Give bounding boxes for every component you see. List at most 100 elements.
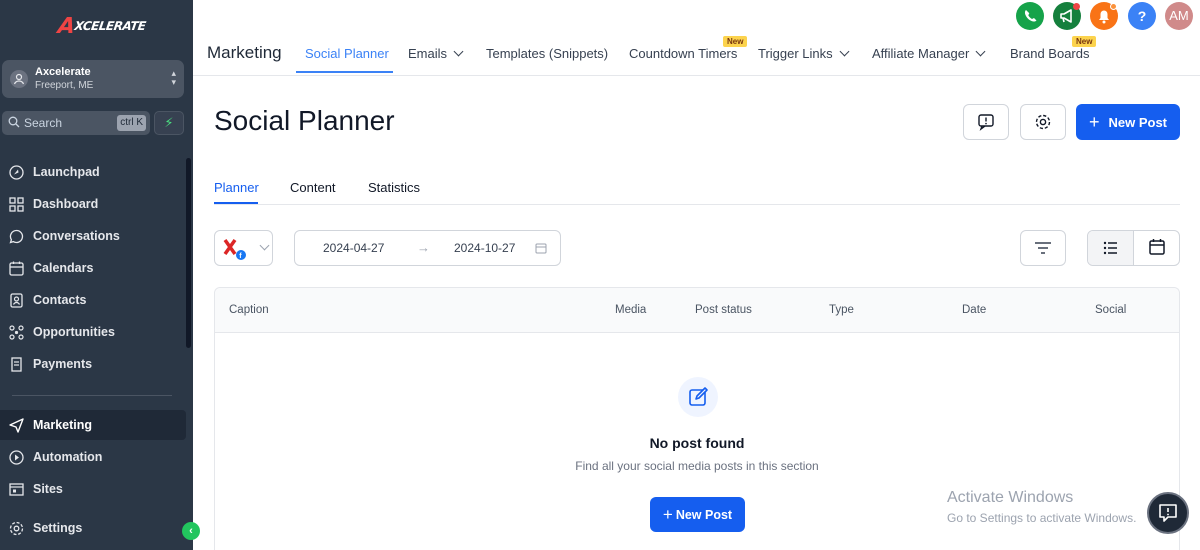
calendar-icon [535,243,547,254]
chevron-down-icon [259,240,270,251]
column-header: Date [962,304,987,316]
social-account-select[interactable]: f [214,230,273,266]
quick-action-button[interactable]: ⚡ [154,111,184,135]
sidebar-item-label: Payments [33,357,93,371]
section-title: Marketing [207,43,282,62]
notifications-button[interactable] [1090,2,1118,30]
calendar-view-button[interactable] [1134,231,1179,265]
sidebar-scrollbar[interactable] [186,158,191,348]
sidebar-item-sites[interactable]: Sites [0,474,186,504]
tab-templates[interactable]: Templates (Snippets) [486,46,608,61]
arrow-right-icon: → [417,240,430,255]
calendar-icon [9,261,24,276]
phone-button[interactable] [1016,2,1044,30]
tab-planner[interactable]: Planner [214,180,259,195]
automation-icon [9,449,24,465]
chat-widget-button[interactable] [1147,492,1189,534]
activation-watermark-title: Activate Windows [947,489,1074,506]
sites-icon [9,482,24,496]
location-icon [10,70,28,88]
empty-new-post-button[interactable]: + New Post [650,497,745,532]
list-icon [1103,241,1117,255]
sidebar-item-label: Settings [33,521,83,535]
date-end: 2024-10-27 [454,241,516,255]
activation-watermark-subtitle: Go to Settings to activate Windows. [947,511,1137,525]
sidebar-item-label: Opportunities [33,325,115,339]
table-header: Caption Media Post status Type Date Soci… [215,288,1179,333]
announcements-button[interactable] [1053,2,1081,30]
sidebar-item-label: Sites [33,482,63,496]
sidebar-item-label: Automation [33,450,103,464]
tab-trigger-links[interactable]: Trigger Links [758,46,850,61]
settings-button[interactable] [1020,104,1066,140]
column-header: Media [615,304,647,316]
search-placeholder: Search [24,116,63,130]
account-switcher[interactable]: Axcelerate Freeport, ME ▴ ▾ [2,60,184,98]
feedback-button[interactable] [963,104,1009,140]
sidebar-item-contacts[interactable]: Contacts [0,285,186,315]
receipt-icon [11,356,22,372]
chevron-left-icon: ‹ [189,525,193,537]
filter-button[interactable] [1020,230,1066,266]
edit-icon [678,377,718,417]
account-location: Freeport, ME [35,80,94,91]
avatar[interactable]: AM [1165,2,1193,30]
notification-dot [1073,3,1080,10]
sidebar-item-launchpad[interactable]: Launchpad [0,157,186,187]
sidebar: AXCELERATE Axcelerate Freeport, ME ▴ ▾ Se… [0,0,200,550]
tab-countdown-timers[interactable]: Countdown Timers [629,46,737,61]
sidebar-item-calendars[interactable]: Calendars [0,253,186,283]
column-header: Social [1095,304,1127,316]
tab-label: Templates (Snippets) [486,46,609,61]
sidebar-item-opportunities[interactable]: Opportunities [0,317,186,347]
search-box[interactable]: Search ctrl K [2,111,150,135]
empty-state-subtitle: Find all your social media posts in this… [575,459,819,473]
sidebar-item-label: Conversations [33,229,120,243]
brand-logo[interactable]: AXCELERATE [56,8,146,42]
opportunities-icon [9,324,24,340]
tab-statistics[interactable]: Statistics [368,180,420,195]
gear-icon [1035,114,1051,130]
new-post-button[interactable]: + New Post [1076,104,1180,140]
help-icon: ? [1137,8,1147,24]
empty-state-title: No post found [649,435,745,451]
gear-icon [9,521,24,535]
tab-brand-boards[interactable]: Brand Boards [1010,46,1090,61]
tab-content[interactable]: Content [290,180,336,195]
calendar-icon [1149,239,1165,255]
avatar-initials: AM [1169,8,1189,23]
sidebar-item-label: Dashboard [33,197,99,211]
sidebar-item-label: Marketing [33,418,93,432]
sidebar-item-conversations[interactable]: Conversations [0,221,186,251]
sidebar-item-settings[interactable]: Settings [0,513,186,543]
button-label: New Post [1108,114,1168,130]
sidebar-item-label: Calendars [33,261,94,275]
sidebar-divider [12,395,172,396]
new-badge: New [723,36,748,47]
sidebar-item-automation[interactable]: Automation [0,442,186,472]
list-view-button[interactable] [1088,231,1134,265]
chat-bubble-icon [1159,504,1177,522]
sidebar-item-marketing[interactable]: Marketing [0,410,186,440]
chevron-down-icon [453,46,464,57]
sidebar-item-dashboard[interactable]: Dashboard [0,189,186,219]
tab-affiliate-manager[interactable]: Affiliate Manager [872,46,986,61]
sidebar-collapse-button[interactable]: ‹ [182,522,200,540]
logo-text: XCELERATE [73,19,147,33]
tab-emails[interactable]: Emails [408,46,464,61]
send-icon [9,417,24,433]
tab-social-planner[interactable]: Social Planner [305,46,389,61]
logo-letter: A [56,14,77,39]
help-button[interactable]: ? [1128,2,1156,30]
page-title: Social Planner [214,105,395,136]
new-badge: New [1072,36,1097,47]
facebook-account-icon: f [223,238,246,260]
grid-icon [9,196,24,212]
column-header: Post status [695,304,752,316]
rocket-icon [9,164,24,180]
plus-icon: + [1088,112,1100,132]
tabs-divider [214,204,1180,205]
sidebar-item-payments[interactable]: Payments [0,349,186,379]
date-range-picker[interactable]: 2024-04-27 → 2024-10-27 [294,230,561,266]
phone-icon [1024,10,1037,22]
